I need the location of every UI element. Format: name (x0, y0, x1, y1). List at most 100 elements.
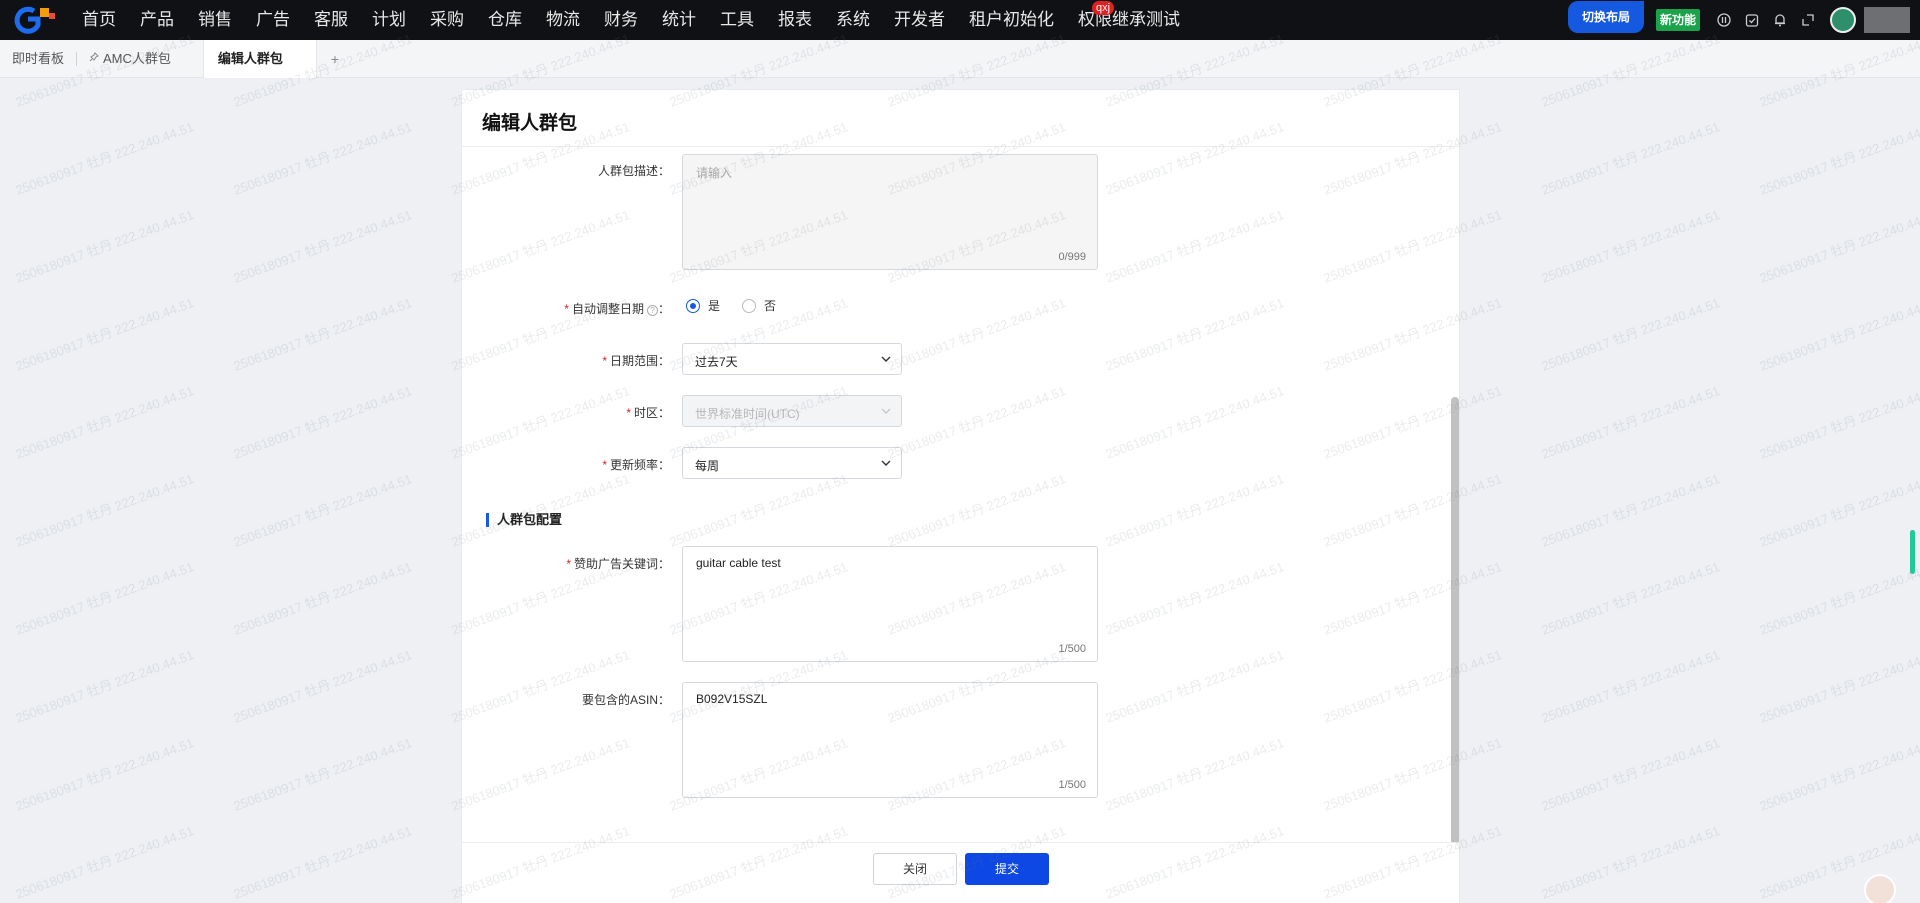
keywords-textarea[interactable]: guitar cable test 1/500 (682, 546, 1098, 662)
keywords-label-wrap: * 赞助广告关键词： (462, 555, 670, 575)
add-tab-button[interactable]: + (317, 51, 353, 67)
task-icon[interactable] (1738, 0, 1766, 40)
watermark-text: 2506180917 牡丹 222.240.44.51 (231, 559, 414, 638)
watermark-text: 2506180917 牡丹 222.240.44.51 (231, 647, 414, 726)
page-tabs: 即时看板 AMC人群包 编辑人群包 + (0, 39, 1920, 78)
watermark-text: 2506180917 牡丹 222.240.44.51 (1757, 383, 1920, 462)
watermark-text: 2506180917 牡丹 222.240.44.51 (1539, 823, 1722, 902)
tab-edit-audience[interactable]: 编辑人群包 (202, 39, 317, 78)
nav-logistics[interactable]: 物流 (534, 0, 592, 40)
nav-reports[interactable]: 报表 (766, 0, 824, 40)
radio-yes-dot[interactable] (686, 298, 700, 313)
timezone-label-wrap: * 时区： (462, 404, 670, 424)
nav-developer[interactable]: 开发者 (882, 0, 957, 40)
frequency-select[interactable]: 每周 (682, 447, 902, 479)
asin-count: 1/500 (1058, 779, 1086, 791)
form-footer: 关闭 提交 (462, 842, 1459, 903)
date-range-label: * 日期范围： (602, 352, 670, 369)
nav-customer-service[interactable]: 客服 (302, 0, 360, 40)
user-avatar[interactable] (1830, 7, 1856, 33)
scrollbar-thumb[interactable] (1451, 397, 1459, 902)
frequency-text: 更新频率： (609, 458, 670, 472)
watermark-text: 2506180917 牡丹 222.240.44.51 (13, 119, 196, 198)
asin-textarea[interactable]: B092V15SZL 1/500 (682, 682, 1098, 798)
nav-tenant-init[interactable]: 租户初始化 (957, 0, 1066, 40)
info-icon[interactable] (1710, 0, 1738, 40)
nav-finance[interactable]: 财务 (592, 0, 650, 40)
page-title: 编辑人群包 (482, 113, 578, 134)
watermark-text: 2506180917 牡丹 222.240.44.51 (13, 471, 196, 550)
panel-scrollbar[interactable] (1451, 147, 1459, 902)
radio-yes-label: 是 (708, 299, 721, 313)
auto-adjust-label: * 自动调整日期?： (564, 300, 670, 317)
watermark-text: 2506180917 牡丹 222.240.44.51 (1539, 207, 1722, 286)
asin-label: 要包含的ASIN： (581, 693, 670, 707)
radio-no-dot[interactable] (742, 298, 757, 313)
radio-no[interactable]: 否 (742, 297, 776, 314)
watermark-text: 2506180917 牡丹 222.240.44.51 (1757, 295, 1920, 374)
tab-amc-audience-label: AMC人群包 (103, 50, 171, 66)
nav-tools[interactable]: 工具 (708, 0, 766, 40)
date-range-select[interactable]: 过去7天 (682, 343, 902, 375)
description-placeholder: 请输入 (696, 166, 733, 180)
submit-button[interactable]: 提交 (965, 853, 1049, 885)
watermark-text: 2506180917 牡丹 222.240.44.51 (1539, 471, 1722, 550)
description-textarea[interactable]: 请输入 0/999 (682, 154, 1098, 270)
user-name-blurred[interactable] (1864, 7, 1910, 33)
watermark-text: 2506180917 牡丹 222.240.44.51 (13, 295, 196, 374)
nav-ads[interactable]: 广告 (244, 0, 302, 40)
nav-sales[interactable]: 销售 (186, 0, 244, 40)
help-icon[interactable]: ? (646, 305, 658, 316)
watermark-text: 2506180917 牡丹 222.240.44.51 (231, 471, 414, 550)
watermark-text: 2506180917 牡丹 222.240.44.51 (1757, 647, 1920, 726)
chevron-down-icon (881, 408, 891, 414)
new-feature-button[interactable]: 新功能 (1655, 9, 1700, 31)
tab-amc-audience[interactable]: AMC人群包 (77, 40, 183, 78)
watermark-text: 2506180917 牡丹 222.240.44.51 (231, 383, 414, 462)
edit-panel: 编辑人群包 人群包描述： 请输入 0/999 * 自动调整日期?： 是 否 * 日期… (461, 89, 1460, 903)
radio-yes[interactable]: 是 (686, 297, 720, 314)
watermark-text: 2506180917 牡丹 222.240.44.51 (1539, 559, 1722, 638)
tab-dashboard[interactable]: 即时看板 (0, 40, 76, 78)
close-button[interactable]: 关闭 (873, 853, 957, 885)
watermark-text: 2506180917 牡丹 222.240.44.51 (231, 823, 414, 902)
description-count: 0/999 (1058, 251, 1086, 263)
watermark-text: 2506180917 牡丹 222.240.44.51 (231, 295, 414, 374)
logo[interactable] (0, 0, 70, 40)
required-mark: * (602, 458, 607, 472)
asin-value: B092V15SZL (696, 692, 768, 706)
auto-adjust-colon: ： (657, 302, 670, 316)
auto-adjust-radio-group: 是 否 (686, 297, 798, 314)
nav-products[interactable]: 产品 (128, 0, 186, 40)
nav-permission-test[interactable]: 权限继承测试 qxj (1066, 0, 1192, 40)
fullscreen-icon[interactable] (1794, 0, 1822, 40)
switch-layout-button[interactable]: 切换布局 (1567, 1, 1644, 33)
top-right-tools: 切换布局 新功能 (1567, 0, 1920, 40)
nav-plan[interactable]: 计划 (360, 0, 418, 40)
chevron-down-icon (881, 356, 891, 362)
nav-home[interactable]: 首页 (70, 0, 128, 40)
top-nav: 首页 产品 销售 广告 客服 计划 采购 仓库 物流 财务 统计 工具 报表 系… (0, 0, 1920, 40)
timezone-select: 世界标准时间(UTC) (682, 395, 902, 427)
timezone-text: 时区： (633, 406, 670, 420)
required-mark: * (564, 302, 569, 316)
watermark-text: 2506180917 牡丹 222.240.44.51 (13, 647, 196, 726)
bell-icon[interactable] (1766, 0, 1794, 40)
title-divider (462, 146, 1459, 147)
watermark-text: 2506180917 牡丹 222.240.44.51 (1757, 119, 1920, 198)
auto-adjust-text: 自动调整日期 (571, 302, 644, 316)
nav-purchase[interactable]: 采购 (418, 0, 476, 40)
side-drawer-handle[interactable] (1910, 530, 1915, 574)
frequency-value: 每周 (695, 459, 720, 473)
nav-statistics[interactable]: 统计 (650, 0, 708, 40)
nav-warehouse[interactable]: 仓库 (476, 0, 534, 40)
watermark-text: 2506180917 牡丹 222.240.44.51 (1539, 647, 1722, 726)
frequency-label: * 更新频率： (602, 456, 670, 473)
watermark-text: 2506180917 牡丹 222.240.44.51 (13, 735, 196, 814)
watermark-text: 2506180917 牡丹 222.240.44.51 (231, 207, 414, 286)
watermark-text: 2506180917 牡丹 222.240.44.51 (1539, 383, 1722, 462)
nav-system[interactable]: 系统 (824, 0, 882, 40)
watermark-text: 2506180917 牡丹 222.240.44.51 (231, 119, 414, 198)
required-mark: * (626, 406, 631, 420)
assistant-avatar[interactable] (1864, 874, 1896, 903)
